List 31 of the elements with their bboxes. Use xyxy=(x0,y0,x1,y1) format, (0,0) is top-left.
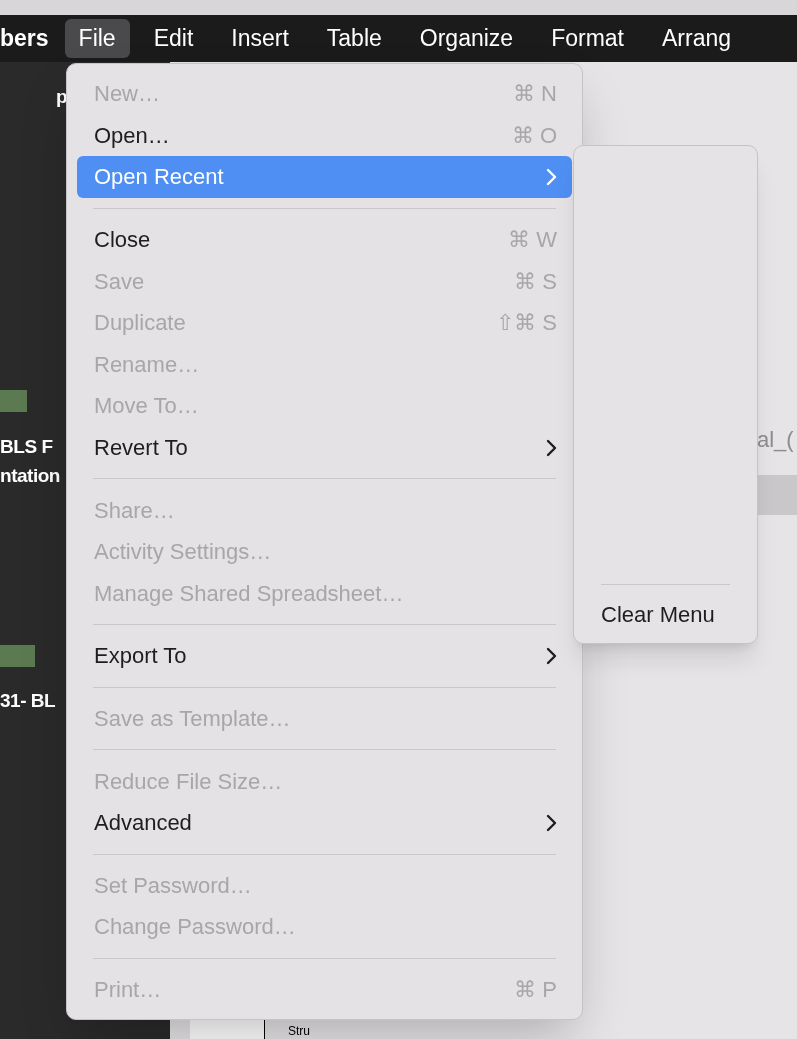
menu-bar-item[interactable]: Format xyxy=(537,19,638,58)
menu-item[interactable]: Open… ⌘ O xyxy=(77,114,572,157)
file-label: BLS F xyxy=(0,435,53,459)
menu-bar-item[interactable]: Edit xyxy=(139,19,208,58)
menu-bar-item[interactable]: Insert xyxy=(217,19,303,58)
menu-item[interactable]: Clear Menu xyxy=(584,593,747,635)
shortcut-label: ⌘ O xyxy=(511,121,557,150)
menu-item[interactable]: Close ⌘ W xyxy=(77,218,572,261)
menu-bar-item[interactable]: File xyxy=(64,19,130,58)
chevron-right-icon xyxy=(545,646,557,665)
thumbnail-icon xyxy=(0,645,35,667)
menu-item[interactable]: Export To xyxy=(77,635,572,677)
menu-bar-item[interactable]: Organize xyxy=(405,19,528,58)
chevron-right-icon xyxy=(545,438,557,457)
file-label: 31- BL xyxy=(0,689,56,713)
shortcut-label: ⌘ S xyxy=(514,267,557,296)
thumbnail-icon xyxy=(0,390,27,412)
shortcut-label: ⌘ W xyxy=(508,226,557,255)
file-label: ntation xyxy=(0,464,60,488)
shortcut-label: ⌘ N xyxy=(513,80,557,109)
chevron-right-icon xyxy=(545,168,557,186)
window-text: al_( xyxy=(757,426,794,454)
chevron-right-icon xyxy=(545,813,557,832)
app-name[interactable]: bers xyxy=(0,19,49,58)
menu-bar-item[interactable]: Table xyxy=(312,19,396,58)
shortcut-label: ⌘ P xyxy=(514,976,557,1004)
window-text: Stru xyxy=(288,1023,310,1039)
menu-item[interactable]: Advanced xyxy=(77,801,572,844)
menu-item[interactable]: Revert To xyxy=(77,426,572,469)
menu-bar-item[interactable]: Arrang xyxy=(648,19,746,58)
shortcut-label: ⇧⌘ S xyxy=(496,309,557,338)
